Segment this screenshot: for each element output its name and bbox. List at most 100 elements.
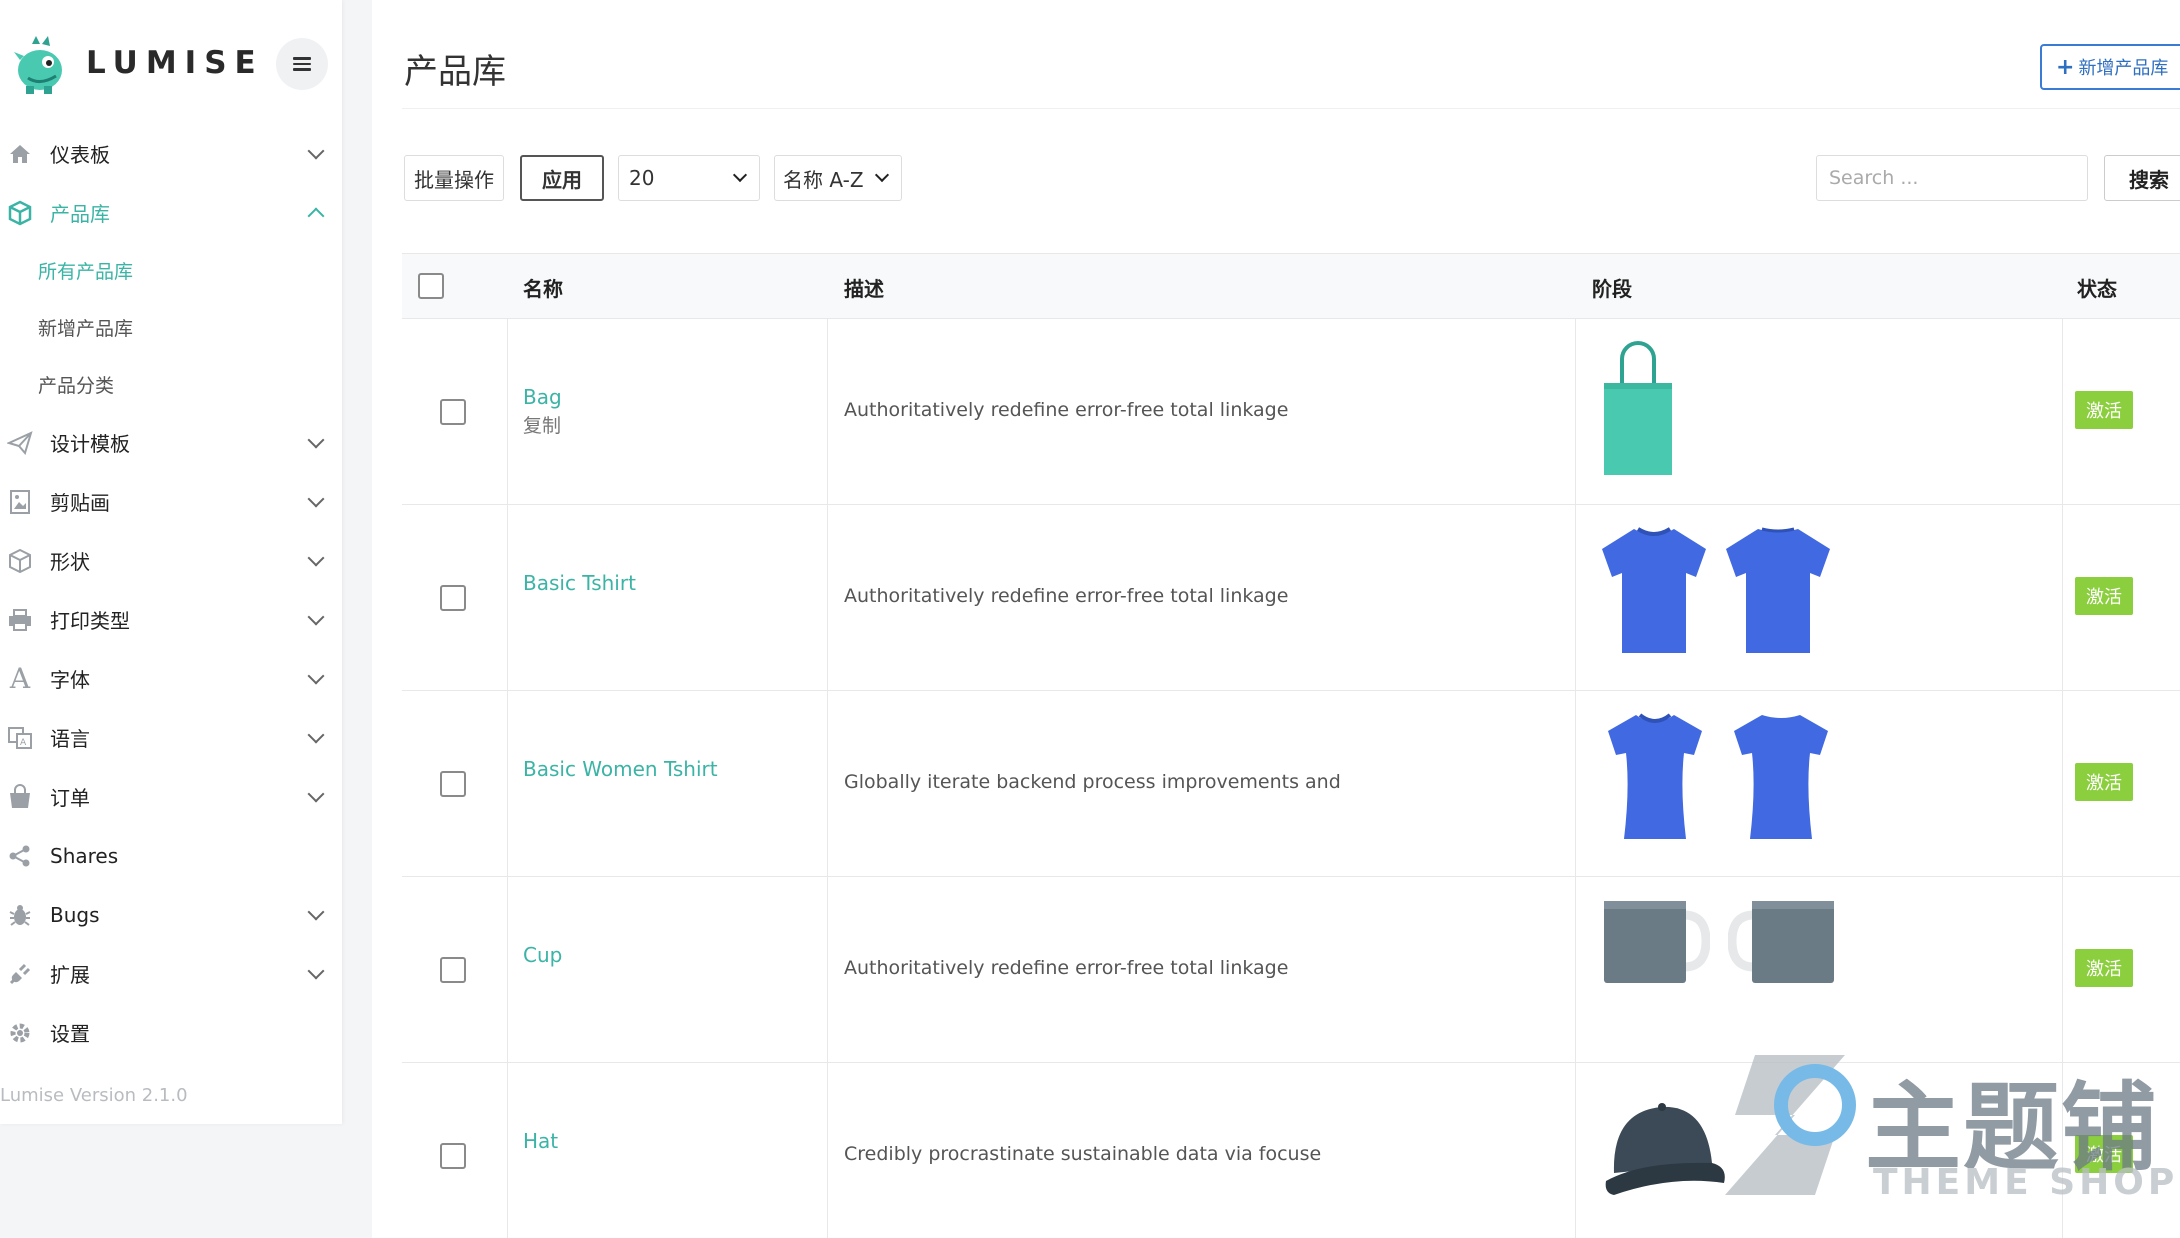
paper-plane-icon [6,429,34,457]
chevron-down-icon [307,903,325,920]
search-button[interactable]: 搜索 [2104,155,2180,201]
status-badge[interactable]: 激活 [2075,763,2133,801]
sidebar-subitem-add-product[interactable]: 新增产品库 [0,299,342,356]
chevron-down-icon [732,167,748,183]
sidebar-item-label: 产品库 [50,202,110,226]
column-header-description: 描述 [844,276,884,301]
sidebar-item-languages[interactable]: A 语言 [0,708,342,767]
bag-thumbnail [1604,341,1672,475]
brand[interactable]: LUMISE [6,30,264,96]
apply-button[interactable]: 应用 [520,155,604,201]
sidebar-item-label: Bugs [50,902,100,927]
menu-toggle-button[interactable] [276,38,328,90]
shopping-bag-icon [6,783,34,811]
row-checkbox[interactable] [440,771,466,797]
sidebar-item-orders[interactable]: 订单 [0,767,342,826]
sidebar-item-print-types[interactable]: 打印类型 [0,590,342,649]
women-tshirt-back-thumbnail [1734,715,1828,839]
mug-right-thumbnail [1604,901,1710,983]
plug-icon [6,960,34,988]
table-row: Cup Authoritatively redefine error-free … [402,877,2180,1063]
product-description: Credibly procrastinate sustainable data … [844,1143,1322,1165]
chevron-down-icon [307,667,325,684]
row-checkbox[interactable] [440,399,466,425]
sidebar-subitem-all-products[interactable]: 所有产品库 [0,242,342,299]
sidebar-subitem-categories[interactable]: 产品分类 [0,356,342,413]
sidebar-item-bugs[interactable]: Bugs [0,885,342,944]
sidebar-item-extensions[interactable]: 扩展 [0,944,342,1003]
language-icon: A [6,724,34,752]
chevron-down-icon [307,785,325,802]
watermark-en-text: THEME SHOP [1873,1162,2179,1203]
product-name-link[interactable]: Basic Tshirt [523,571,636,595]
cap-thumbnail [1605,1103,1725,1195]
sidebar-item-label: 设置 [50,1022,90,1046]
sidebar-item-shapes[interactable]: 形状 [0,531,342,590]
tshirt-front-thumbnail [1602,527,1706,653]
sidebar-item-label: 形状 [50,550,90,574]
sidebar-item-label: 剪贴画 [50,491,110,515]
product-name-link[interactable]: Hat [523,1129,558,1153]
status-badge[interactable]: 激活 [2075,949,2133,987]
box-icon [6,547,34,575]
chevron-down-icon [307,142,325,159]
product-description: Authoritatively redefine error-free tota… [844,399,1289,421]
sidebar-item-dashboard[interactable]: 仪表板 [0,124,342,183]
women-tshirt-front-thumbnail [1608,713,1702,839]
sidebar-item-label: 打印类型 [50,609,130,633]
brand-name: LUMISE [86,45,264,81]
column-header-name[interactable]: 名称 [523,254,563,320]
page-title: 产品库 [404,52,506,92]
font-icon: A [9,662,31,695]
product-description: Authoritatively redefine error-free tota… [844,585,1289,607]
chevron-down-icon [874,167,890,183]
product-description: Globally iterate backend process improve… [844,771,1341,793]
product-name-link[interactable]: Cup [523,943,562,967]
chevron-down-icon [307,726,325,743]
duplicate-link[interactable]: 复制 [523,411,561,438]
table-row: Basic Tshirt Authoritatively redefine er… [402,505,2180,691]
product-description: Authoritatively redefine error-free tota… [844,957,1289,979]
sidebar-item-shares[interactable]: Shares [0,826,342,885]
sidebar-item-label: 设计模板 [50,432,130,456]
hamburger-icon [293,57,311,71]
bulk-action-select[interactable]: 批量操作 [404,155,504,201]
image-icon [6,488,34,516]
select-all-checkbox[interactable] [418,273,444,299]
status-badge[interactable]: 激活 [2075,577,2133,615]
home-icon [6,140,34,168]
table-header: 名称 描述 阶段 状态 [402,253,2180,319]
add-product-label: 新增产品库 [2078,58,2169,79]
column-header-status: 状态 [2077,276,2117,301]
per-page-select[interactable]: 20 [618,155,760,201]
sidebar-item-settings[interactable]: 设置 [0,1003,342,1062]
sidebar-item-products[interactable]: 产品库 [0,183,342,242]
tshirt-back-thumbnail [1726,527,1830,653]
plus-icon: + [2056,54,2075,80]
sort-select[interactable]: 名称 A-Z [774,155,902,201]
product-name-link[interactable]: Basic Women Tshirt [523,757,718,781]
product-name-link[interactable]: Bag [523,385,562,409]
version-label: Lumise Version 2.1.0 [0,1085,188,1106]
status-badge[interactable]: 激活 [2075,391,2133,429]
add-product-button[interactable]: + 新增产品库 [2040,44,2180,90]
search-input[interactable] [1816,155,2088,201]
sidebar-item-fonts[interactable]: A 字体 [0,649,342,708]
sort-value: 名称 A-Z [783,167,864,192]
svg-text:A: A [20,738,27,748]
per-page-value: 20 [629,166,655,190]
divider [402,108,2180,109]
sidebar-item-design-templates[interactable]: 设计模板 [0,413,342,472]
table-row: Basic Women Tshirt Globally iterate back… [402,691,2180,877]
watermark: 主题铺 THEME SHOP [1715,1040,2174,1225]
bug-icon [6,901,34,929]
sidebar-item-label: 订单 [50,786,90,810]
sidebar-item-cliparts[interactable]: 剪贴画 [0,472,342,531]
chevron-down-icon [307,490,325,507]
row-checkbox[interactable] [440,585,466,611]
chevron-down-icon [307,431,325,448]
row-checkbox[interactable] [440,957,466,983]
row-checkbox[interactable] [440,1143,466,1169]
sidebar-nav: 仪表板 产品库 所有产品库 新增产品库 产品分类 设计模板 剪贴画 形状 打印类… [0,124,342,1062]
sidebar-item-label: 字体 [50,668,90,692]
